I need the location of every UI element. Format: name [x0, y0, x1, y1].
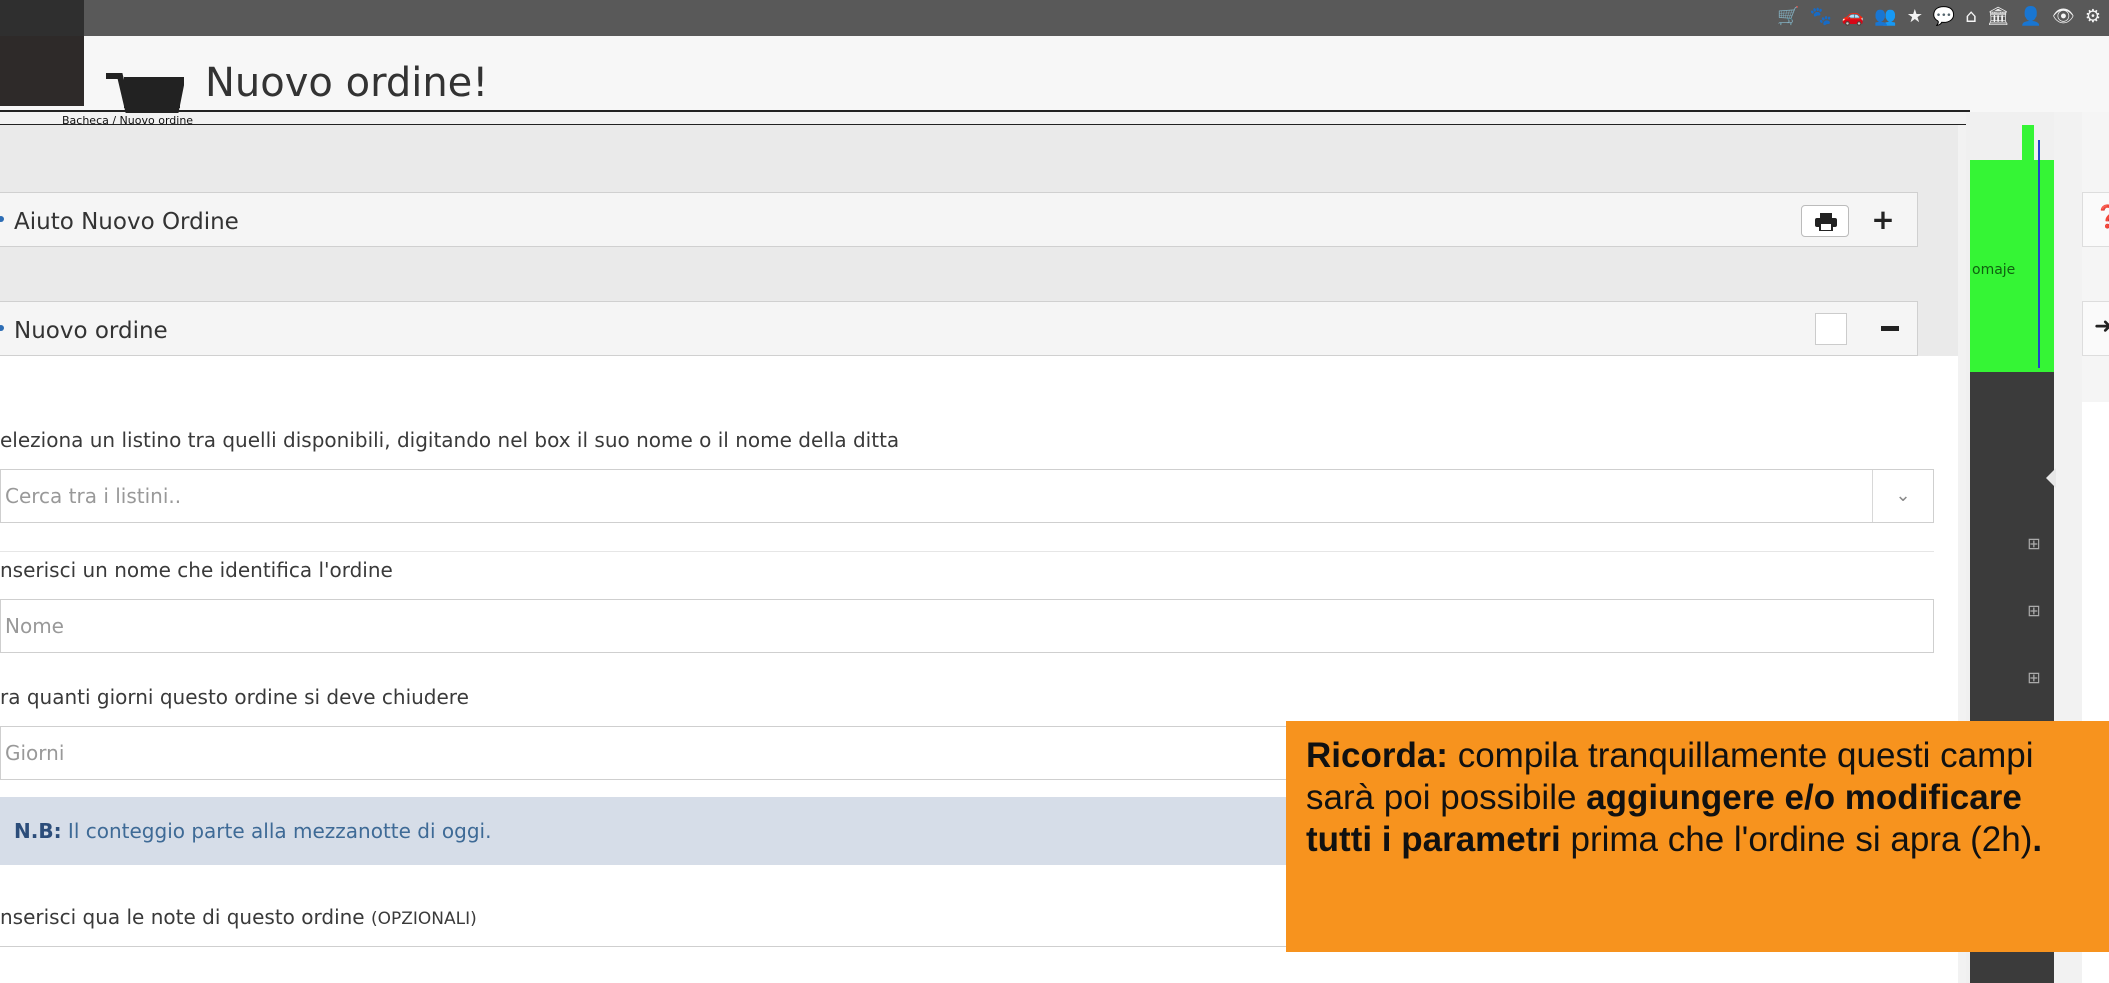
star-icon[interactable]: ★: [1907, 8, 1923, 26]
panel-bullet-icon: [0, 325, 4, 331]
reminder-tooltip: Ricorda: compila tranquillamente questi …: [1286, 721, 2109, 952]
note-text: Il conteggio parte alla mezzanotte di og…: [61, 819, 492, 843]
help-panel-header[interactable]: Aiuto Nuovo Ordine +: [0, 192, 1918, 247]
notes-optional: (OPZIONALI): [370, 909, 477, 929]
expand-button[interactable]: +: [1867, 204, 1899, 236]
user-icon[interactable]: 👤: [2020, 8, 2042, 26]
breadcrumb-divider: [0, 110, 1970, 112]
cart-icon[interactable]: 🛒: [1777, 8, 1799, 26]
fullscreen-button[interactable]: [1815, 313, 1847, 345]
blue-guide-line: [2038, 140, 2040, 368]
bank-icon[interactable]: 🏛: [1987, 8, 2010, 26]
form-panel-title: Nuovo ordine: [14, 318, 168, 344]
expand-icon[interactable]: ⊞: [2024, 601, 2044, 621]
home-icon[interactable]: ⌂: [1965, 8, 1976, 26]
tooltip-text-2: prima che l'ordine si apra (2h): [1560, 820, 2033, 859]
nome-input[interactable]: Nome: [0, 599, 1934, 653]
tooltip-period: .: [2032, 820, 2043, 859]
sidebar-logo: [0, 36, 84, 106]
group-icon[interactable]: 👥: [1874, 8, 1896, 26]
print-icon: [1815, 213, 1837, 231]
eye-icon[interactable]: 👁: [2052, 8, 2075, 26]
panel-bullet-icon: [0, 216, 4, 222]
settings-icon[interactable]: ⚙: [2085, 8, 2101, 26]
green-indicator-label: omaje: [1972, 262, 2016, 278]
tooltip-ricorda: Ricorda:: [1306, 736, 1448, 775]
notes-label: nserisci qua le note di questo ordine (O…: [0, 905, 477, 929]
form-panel-header[interactable]: Nuovo ordine: [0, 301, 1918, 356]
listino-placeholder: Cerca tra i listini..: [5, 484, 182, 508]
comment-icon[interactable]: 💬: [1933, 8, 1955, 26]
giorni-placeholder: Giorni: [5, 741, 65, 765]
chevron-down-icon[interactable]: ⌄: [1872, 470, 1933, 522]
help-panel-title: Aiuto Nuovo Ordine: [14, 209, 239, 235]
navbar-logo-area: [0, 0, 84, 36]
notes-label-text: nserisci qua le note di questo ordine: [0, 905, 365, 929]
page-title: Nuovo ordine!: [205, 60, 489, 106]
collapse-button[interactable]: [1881, 326, 1899, 331]
caret-left-icon[interactable]: [2046, 468, 2056, 488]
listino-label: eleziona un listino tra quelli disponibi…: [0, 428, 900, 452]
arrow-right-icon[interactable]: ➜: [2094, 314, 2109, 339]
listino-select[interactable]: Cerca tra i listini.. ⌄: [0, 469, 1934, 523]
nome-placeholder: Nome: [5, 614, 64, 638]
giorni-label: ra quanti giorni questo ordine si deve c…: [0, 685, 469, 709]
question-icon[interactable]: ❓: [2094, 205, 2109, 230]
expand-icon[interactable]: ⊞: [2024, 668, 2044, 688]
car-icon[interactable]: 🚗: [1842, 8, 1864, 26]
top-navbar: 🛒 🐾 🚗 👥 ★ 💬 ⌂ 🏛 👤 👁 ⚙: [0, 0, 2109, 37]
paw-icon[interactable]: 🐾: [1809, 8, 1831, 26]
expand-icon[interactable]: ⊞: [2024, 534, 2044, 554]
navbar-icon-group: 🛒 🐾 🚗 👥 ★ 💬 ⌂ 🏛 👤 👁 ⚙: [1777, 2, 2101, 32]
green-indicator-top: [2022, 125, 2034, 160]
note-prefix: N.B:: [14, 819, 62, 843]
nome-label: nserisci un nome che identifica l'ordine: [0, 558, 393, 582]
separator: [0, 551, 1934, 552]
print-button[interactable]: [1801, 205, 1849, 237]
